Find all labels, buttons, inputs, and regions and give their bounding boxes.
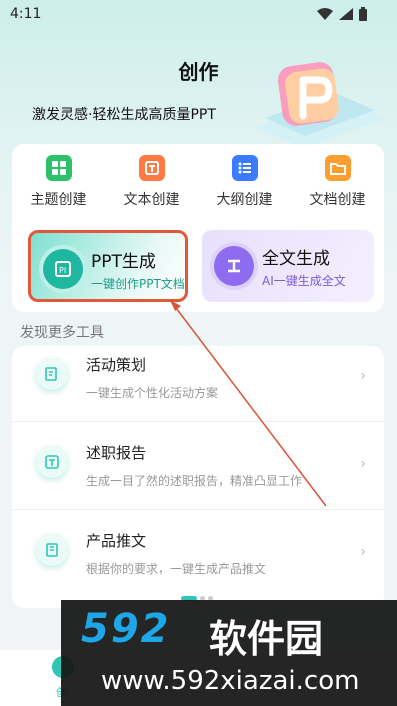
annotation-arrow <box>169 299 327 507</box>
